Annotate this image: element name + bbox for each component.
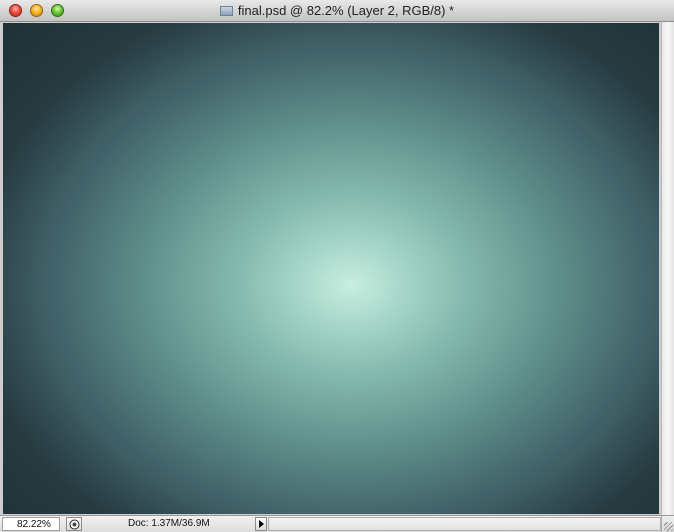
preview-icon (69, 519, 80, 530)
title-bar[interactable]: final.psd @ 82.2% (Layer 2, RGB/8) * (0, 0, 674, 22)
document-icon (219, 6, 233, 16)
status-bar: Doc: 1.37M/36.9M (0, 515, 674, 532)
status-preview-button[interactable] (66, 517, 82, 531)
zoom-level-input[interactable] (2, 517, 60, 531)
window-title-text: final.psd @ 82.2% (Layer 2, RGB/8) * (237, 3, 455, 18)
document-size-info: Doc: 1.37M/36.9M (128, 518, 210, 529)
image-canvas[interactable] (3, 23, 659, 514)
photoshop-document-window: final.psd @ 82.2% (Layer 2, RGB/8) * Doc… (0, 0, 674, 532)
vertical-scrollbar[interactable] (661, 22, 674, 515)
window-title: final.psd @ 82.2% (Layer 2, RGB/8) * (0, 0, 674, 22)
resize-grip-icon (664, 522, 673, 531)
horizontal-scrollbar[interactable] (268, 517, 661, 531)
status-menu-button[interactable] (255, 517, 267, 531)
resize-handle[interactable] (661, 515, 674, 532)
triangle-right-icon (259, 520, 264, 528)
canvas-area[interactable] (0, 22, 661, 515)
